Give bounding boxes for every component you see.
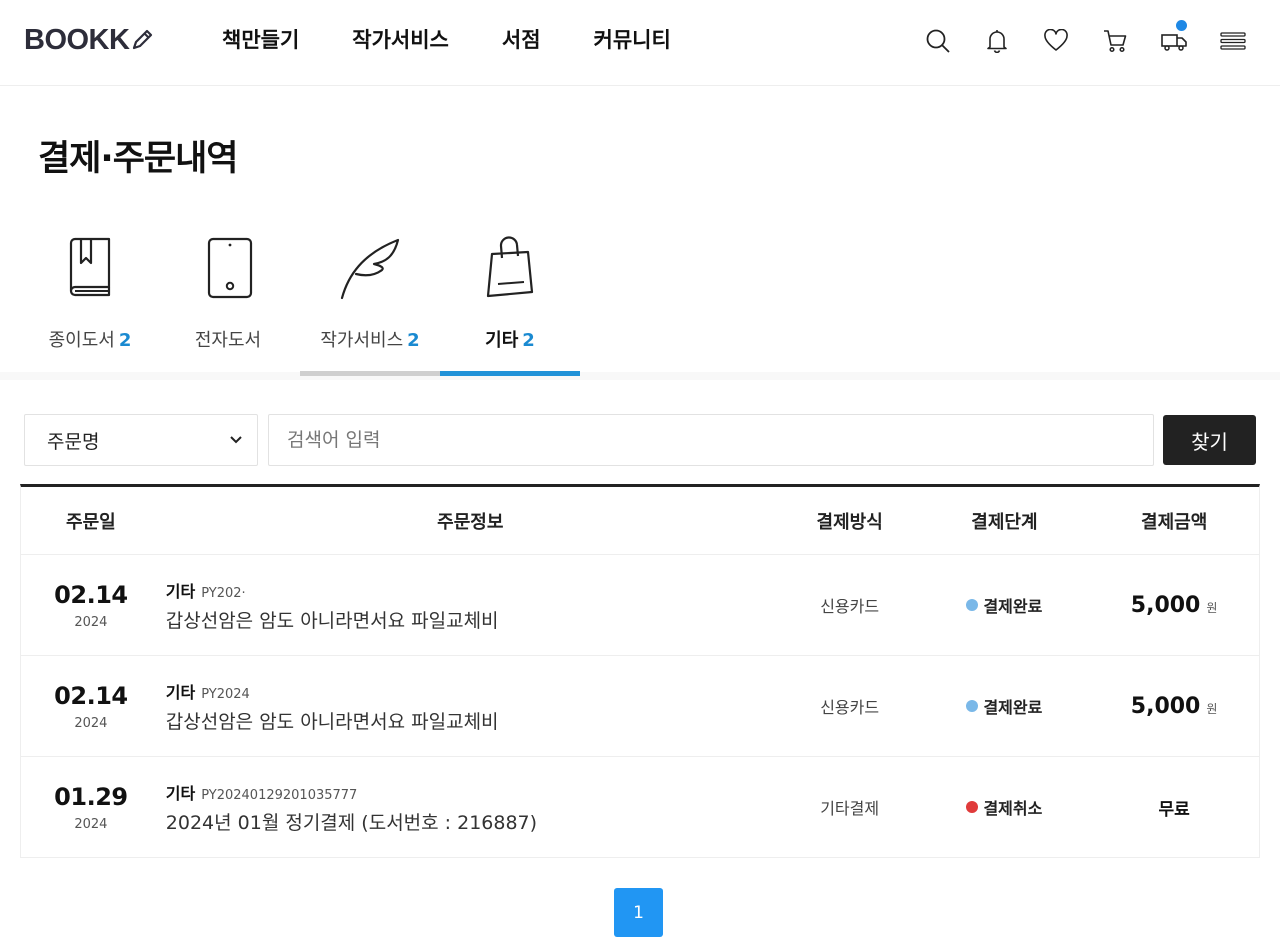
tab-count: 2 (118, 330, 132, 351)
bookk-logo[interactable]: BOOKK (24, 22, 154, 58)
nav-author-service[interactable]: 작가서비스 (352, 24, 449, 56)
tab-etc[interactable]: 기타 2 (440, 230, 580, 376)
menu-icon[interactable] (1203, 24, 1262, 58)
order-name-link[interactable]: 갑상선암은 암도 아니라면서요 파일교체비 (166, 606, 780, 633)
order-year: 2024 (74, 816, 108, 832)
status-badge: 결제완료 (966, 694, 1042, 718)
pagination-page-current[interactable]: 1 (614, 888, 663, 937)
payment-method: 신용카드 (820, 698, 880, 717)
page-title: 결제·주문내역 (38, 139, 238, 179)
heart-icon[interactable] (1026, 24, 1085, 58)
tab-author-service[interactable]: 작가서비스 2 (300, 230, 440, 376)
header-icons (908, 20, 1262, 58)
order-category: 기타 (165, 581, 196, 601)
logo-text: BOOKK (24, 23, 130, 56)
nav-community[interactable]: 커뮤니티 (594, 24, 671, 56)
currency-unit: 원 (1206, 701, 1218, 716)
notification-dot (1176, 20, 1187, 31)
payment-method: 신용카드 (820, 597, 880, 616)
table-row[interactable]: 01.29 2024 기타 PY20240129201035777 2024년 … (21, 757, 1259, 858)
table-row[interactable]: 02.14 2024 기타 PY2024 갑상선암은 암도 아니라면서요 파일교… (21, 656, 1259, 757)
tab-label: 작가서비스 (320, 330, 404, 351)
status-text: 결제완료 (983, 597, 1043, 616)
nav-bookstore[interactable]: 서점 (502, 24, 541, 56)
table-row[interactable]: 02.14 2024 기타 PY202· 갑상선암은 암도 아니라면서요 파일교… (21, 555, 1259, 656)
order-date: 02.14 (54, 681, 128, 710)
search-icon[interactable] (908, 24, 967, 58)
order-category: 기타 (165, 783, 196, 803)
header-order-info: 주문정보 (437, 511, 504, 533)
tab-label: 종이도서 (48, 330, 115, 351)
search-button[interactable]: 찾기 (1163, 415, 1256, 465)
ebook-tablet-icon (207, 237, 253, 299)
header-payment-method: 결제방식 (816, 511, 883, 533)
select-value: 주문명 (47, 430, 100, 453)
delivery-truck-icon[interactable] (1144, 20, 1203, 58)
top-header: BOOKK 책만들기 작가서비스 서점 커뮤니티 (0, 0, 1280, 86)
bell-icon[interactable] (967, 24, 1026, 58)
header-payment-status: 결제단계 (971, 511, 1038, 533)
status-dot (966, 599, 979, 611)
header-payment-amount: 결제금액 (1141, 511, 1208, 533)
search-type-select[interactable]: 주문명 (24, 414, 258, 466)
tab-ebook[interactable]: 전자도서 (160, 230, 300, 376)
payment-amount: 5,000 (1130, 693, 1201, 719)
payment-free: 무료 (1158, 799, 1190, 820)
status-text: 결제취소 (983, 799, 1043, 818)
payment-method: 기타결제 (820, 799, 880, 818)
category-tabs: 종이도서 2 전자도서 작가서비스 2 기타 2 (0, 230, 1280, 380)
search-input[interactable] (268, 414, 1154, 466)
table-header: 주문일 주문정보 결제방식 결제단계 결제금액 (21, 487, 1259, 555)
tab-underline-active (440, 371, 580, 376)
pencil-icon (133, 29, 153, 50)
order-year: 2024 (74, 715, 108, 731)
paper-book-icon (69, 237, 111, 297)
search-row: 주문명 찾기 (24, 414, 1256, 466)
order-name-link[interactable]: 2024년 01월 정기결제 (도서번호 : 216887) (166, 808, 780, 835)
status-text: 결제완료 (983, 698, 1043, 717)
tab-count: 2 (522, 330, 535, 351)
payment-amount: 5,000 (1130, 592, 1201, 618)
tab-label: 전자도서 (194, 330, 262, 351)
order-date: 02.14 (54, 580, 128, 609)
status-badge: 결제취소 (966, 795, 1042, 819)
shopping-bag-icon (486, 236, 534, 298)
header-order-date: 주문일 (66, 511, 116, 533)
order-number: PY20240129201035777 (201, 787, 358, 803)
currency-unit: 원 (1206, 600, 1218, 615)
feather-quill-icon (340, 238, 400, 300)
status-badge: 결제완료 (966, 593, 1042, 617)
tab-underline (300, 371, 440, 376)
nav-make-book[interactable]: 책만들기 (222, 24, 299, 56)
order-table: 주문일 주문정보 결제방식 결제단계 결제금액 02.14 2024 기타 PY… (20, 484, 1260, 858)
tab-label: 기타 (485, 330, 519, 351)
order-year: 2024 (74, 614, 108, 630)
tab-count: 2 (407, 330, 420, 351)
tab-paper-book[interactable]: 종이도서 2 (20, 230, 160, 376)
order-number: PY2024 (201, 686, 250, 702)
status-dot (966, 700, 979, 712)
order-date: 01.29 (54, 782, 128, 811)
order-category: 기타 (165, 682, 196, 702)
main-nav: 책만들기 작가서비스 서점 커뮤니티 (222, 24, 724, 56)
order-name-link[interactable]: 갑상선암은 암도 아니라면서요 파일교체비 (166, 707, 780, 734)
chevron-down-icon (230, 436, 242, 444)
cart-icon[interactable] (1085, 24, 1144, 58)
status-dot (966, 801, 979, 813)
order-number: PY202· (201, 585, 246, 601)
